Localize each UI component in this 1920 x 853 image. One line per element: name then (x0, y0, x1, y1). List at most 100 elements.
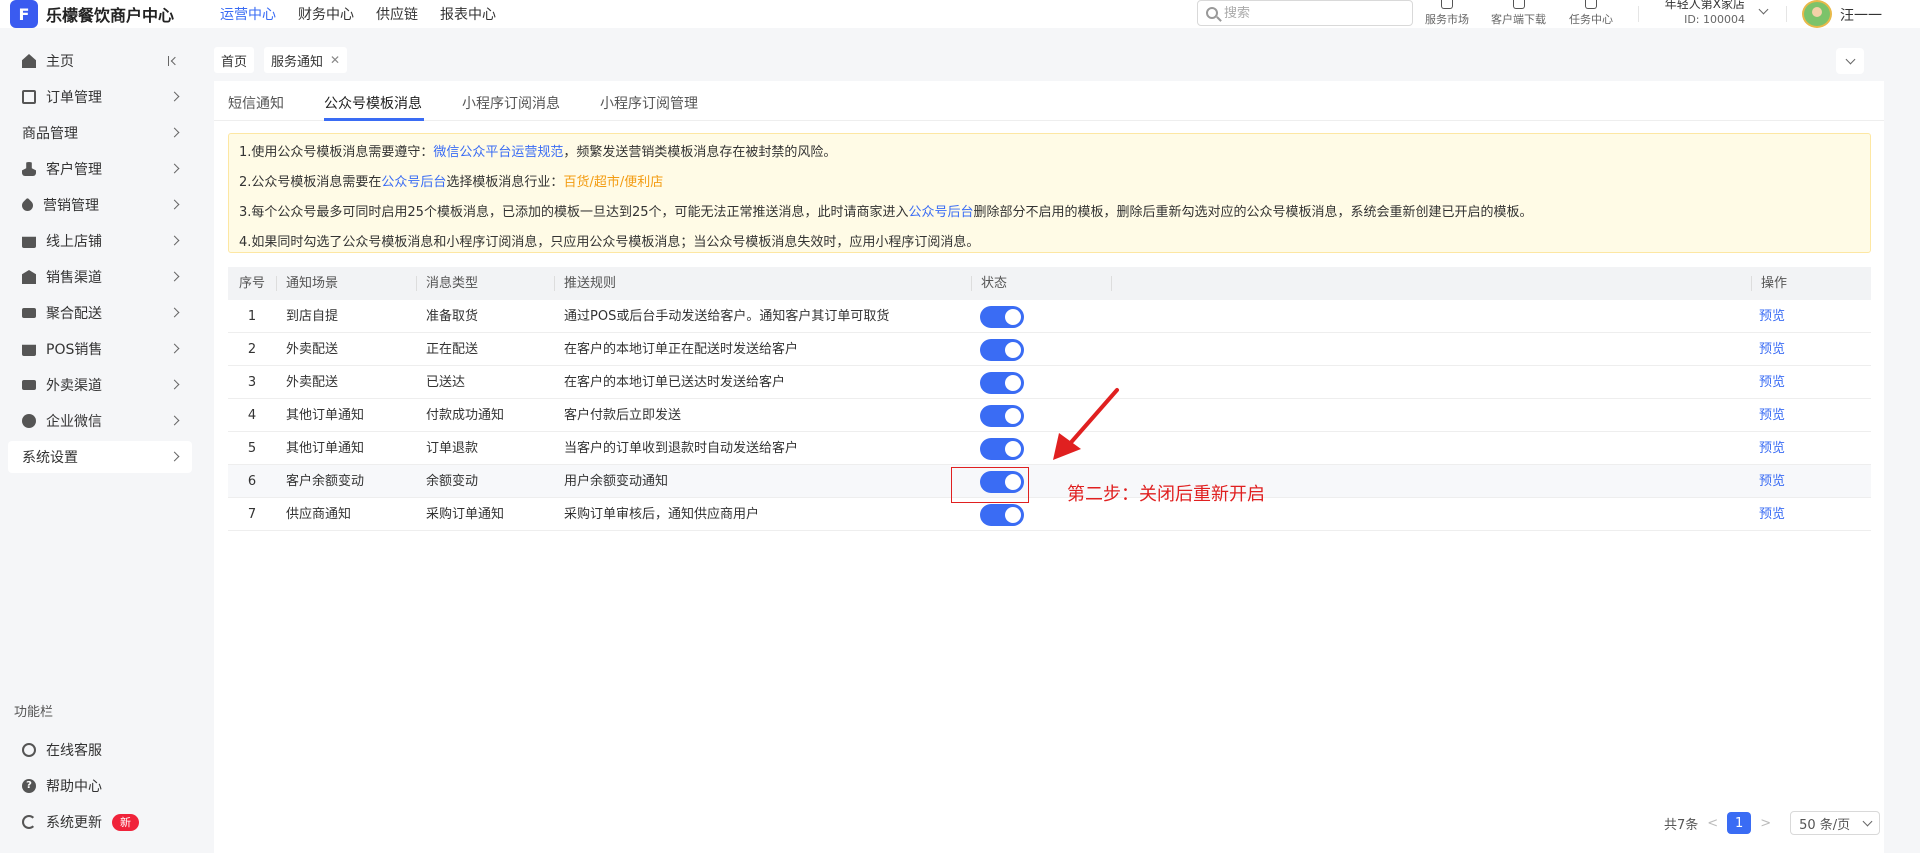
chevron-right-icon (169, 451, 180, 462)
tab-miniprogram-manage[interactable]: 小程序订阅管理 (600, 93, 698, 113)
official-backend-link[interactable]: 公众号后台 (381, 175, 446, 190)
page-tab-service-notice[interactable]: 服务通知 ✕ (264, 47, 348, 73)
sidebar-item-marketing[interactable]: 营销管理 (8, 189, 192, 221)
chevron-down-icon (1862, 816, 1873, 826)
topnav-operations[interactable]: 运营中心 (220, 4, 276, 24)
status-toggle[interactable] (980, 405, 1024, 427)
preview-link[interactable]: 预览 (1759, 465, 1785, 498)
row-index: 6 (247, 474, 257, 489)
message-type: 准备取货 (426, 309, 479, 324)
search-box[interactable] (1197, 0, 1413, 26)
tab-sms[interactable]: 短信通知 (228, 93, 284, 113)
toggle-knob (1005, 375, 1021, 391)
status-toggle[interactable] (980, 504, 1024, 526)
annotation-highlight-box (951, 467, 1029, 503)
official-backend-link[interactable]: 公众号后台 (909, 205, 974, 220)
service-market-button[interactable]: 服务市场 (1425, 0, 1469, 27)
sidebar-item-online-store[interactable]: 线上店铺 (8, 225, 192, 257)
sidebar-item-orders[interactable]: 订单管理 (8, 81, 192, 113)
table-row: 6 客户余额变动 余额变动 用户余额变动通知 预览 (228, 465, 1871, 498)
sidebar-item-label: 企业微信 (46, 414, 102, 430)
tab-dropdown-button[interactable] (1836, 48, 1864, 74)
pagination: 共7条 < 1 > 50 条/页 (1664, 811, 1881, 835)
status-toggle[interactable] (980, 438, 1024, 460)
topnav-supply-chain[interactable]: 供应链 (376, 4, 418, 24)
chevron-right-icon (169, 307, 180, 318)
sidebar-item-home[interactable]: 主页 (8, 45, 192, 77)
tag-icon (19, 197, 36, 213)
delivery-icon (22, 380, 36, 390)
page-tab-home[interactable]: 首页 (214, 47, 255, 73)
next-page-icon[interactable]: > (1760, 816, 1771, 831)
notify-scene: 到店自提 (286, 309, 339, 324)
toggle-knob (1005, 441, 1021, 457)
preview-link[interactable]: 预览 (1759, 399, 1785, 432)
preview-link[interactable]: 预览 (1759, 498, 1785, 531)
page-tab-bar: 首页 服务通知 ✕ (214, 45, 1864, 75)
task-icon (1585, 0, 1597, 9)
chevron-right-icon (169, 415, 180, 426)
sidebar-item-label: 帮助中心 (46, 779, 102, 795)
sidebar-item-online-support[interactable]: 在线客服 (8, 734, 192, 766)
sidebar-item-label: 在线客服 (46, 743, 102, 759)
row-index: 7 (247, 507, 257, 522)
message-type: 采购订单通知 (426, 507, 505, 522)
chevron-down-icon[interactable] (1758, 4, 1769, 15)
sidebar-item-label: 线上店铺 (46, 234, 102, 250)
sidebar-item-help[interactable]: ? 帮助中心 (8, 770, 192, 802)
chevron-right-icon (169, 379, 180, 390)
divider (971, 276, 972, 291)
sidebar-item-customers[interactable]: 客户管理 (8, 153, 192, 185)
page-size-select[interactable]: 50 条/页 (1790, 811, 1881, 835)
status-toggle[interactable] (980, 306, 1024, 328)
sidebar-item-delivery[interactable]: 聚合配送 (8, 297, 192, 329)
divider (1638, 6, 1639, 22)
tab-official-template[interactable]: 公众号模板消息 (324, 93, 422, 113)
preview-link[interactable]: 预览 (1759, 366, 1785, 399)
sidebar-item-takeout[interactable]: 外卖渠道 (8, 369, 192, 401)
collapse-sidebar-icon[interactable] (168, 56, 180, 66)
notice-text: 1.使用公众号模板消息需要遵守： (239, 145, 434, 160)
message-type: 余额变动 (426, 474, 479, 489)
avatar[interactable] (1802, 0, 1832, 28)
preview-link[interactable]: 预览 (1759, 432, 1785, 465)
user-name[interactable]: 汪一一 (1840, 5, 1882, 25)
toggle-knob (1005, 342, 1021, 358)
status-toggle[interactable] (980, 372, 1024, 394)
task-center-button[interactable]: 任务中心 (1569, 0, 1613, 27)
preview-link[interactable]: 预览 (1759, 300, 1785, 333)
wechat-rules-link[interactable]: 微信公众平台运营规范 (433, 145, 563, 160)
headset-icon (22, 743, 36, 757)
preview-link[interactable]: 预览 (1759, 333, 1785, 366)
chevron-right-icon (169, 199, 180, 210)
prev-page-icon[interactable]: < (1707, 816, 1718, 831)
column-header: 推送规则 (564, 276, 617, 291)
annotation-text: 第二步：关闭后重新开启 (1067, 484, 1265, 505)
column-header: 消息类型 (426, 276, 479, 291)
push-rule: 采购订单审核后，通知供应商用户 (564, 507, 760, 522)
tab-miniprogram-subscribe[interactable]: 小程序订阅消息 (462, 93, 560, 113)
push-rule: 客户付款后立即发送 (564, 408, 682, 423)
sidebar-item-settings[interactable]: 系统设置 (8, 441, 192, 473)
search-input[interactable] (1224, 5, 1394, 21)
current-page-button[interactable]: 1 (1727, 812, 1752, 834)
new-badge: 新 (112, 813, 139, 831)
table-row: 7 供应商通知 采购订单通知 采购订单审核后，通知供应商用户 预览 (228, 498, 1871, 531)
divider (1786, 6, 1787, 22)
store-switcher[interactable]: 年轻人第X家店 ID: 100004 (1645, 0, 1745, 27)
status-toggle[interactable] (980, 339, 1024, 361)
topnav-finance[interactable]: 财务中心 (298, 4, 354, 24)
market-icon (1441, 0, 1453, 9)
sidebar-item-wecom[interactable]: 企业微信 (8, 405, 192, 437)
sidebar-item-sales-channels[interactable]: 销售渠道 (8, 261, 192, 293)
customer-icon (22, 162, 36, 176)
sidebar-item-pos[interactable]: POS销售 (8, 333, 192, 365)
client-download-button[interactable]: 客户端下载 (1491, 0, 1546, 27)
column-header: 序号 (239, 276, 266, 291)
topnav-reports[interactable]: 报表中心 (440, 4, 496, 24)
store-name: 年轻人第X家店 (1664, 0, 1745, 11)
close-icon[interactable]: ✕ (330, 53, 340, 67)
sidebar-item-products[interactable]: 商品管理 (8, 117, 192, 149)
sidebar-item-system-update[interactable]: 系统更新 新 (8, 806, 192, 838)
app-logo[interactable]: F 乐檬餐饮商户中心 (0, 0, 200, 28)
